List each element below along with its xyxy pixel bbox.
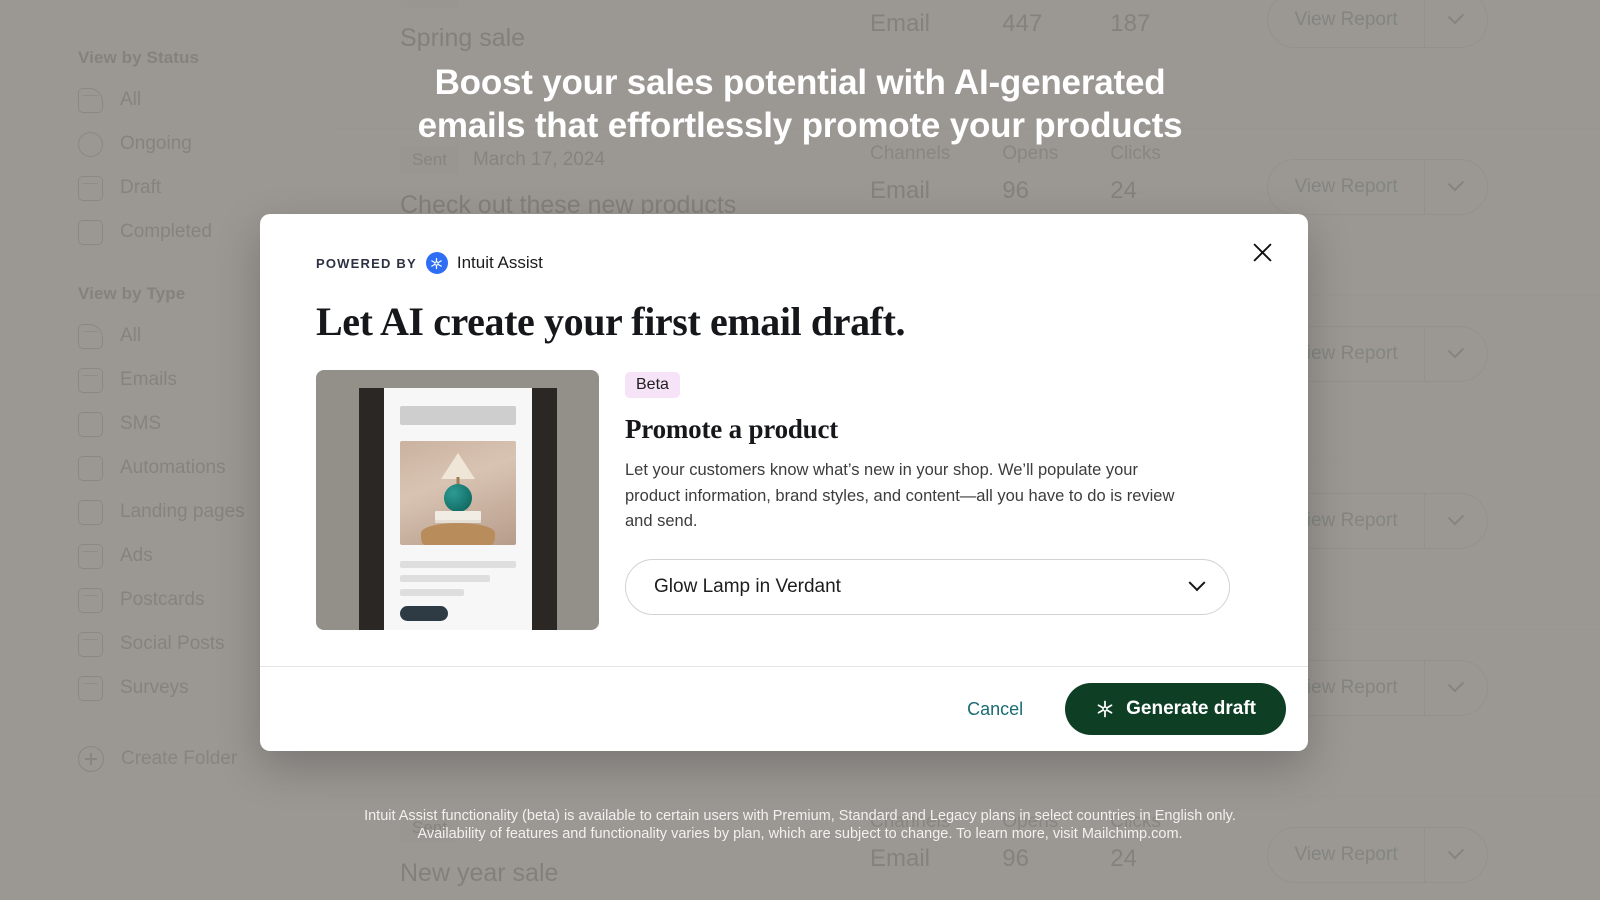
intuit-assist-brand-name: Intuit Assist	[456, 253, 543, 272]
intuit-assist-logo-icon	[425, 252, 448, 274]
close-icon	[1253, 243, 1271, 261]
cancel-button[interactable]: Cancel	[951, 689, 1039, 730]
email-preview-thumbnail	[316, 370, 599, 630]
modal-footer: Cancel Generate draft	[260, 666, 1308, 751]
ai-draft-modal: POWERED BY Intuit Assist Let AI create y…	[260, 214, 1308, 751]
promo-footnote-line2: Availability of features and functionali…	[417, 825, 1183, 842]
screen: View by Status All Ongoing Draft Complet…	[0, 0, 1600, 900]
powered-by-label: POWERED BY	[316, 255, 417, 271]
beta-badge: Beta	[625, 372, 680, 398]
promo-footnote: Intuit Assist functionality (beta) is av…	[0, 808, 1600, 843]
preview-text-placeholders	[399, 561, 516, 596]
promo-headline: Boost your sales potential with AI-gener…	[0, 62, 1600, 147]
chevron-down-icon	[1188, 574, 1206, 592]
product-select-value: Glow Lamp in Verdant	[654, 576, 841, 598]
preview-cta-placeholder	[399, 606, 448, 621]
sparkle-icon	[1097, 700, 1113, 718]
promote-product-card: Beta Promote a product Let your customer…	[316, 370, 1252, 630]
card-description: Let your customers know what’s new in yo…	[625, 461, 1175, 531]
powered-by-row: POWERED BY Intuit Assist	[316, 250, 1252, 276]
table-shape	[420, 523, 495, 545]
promo-headline-line2: emails that effortlessly promote your pr…	[417, 105, 1183, 145]
generate-draft-label: Generate draft	[1126, 698, 1256, 719]
product-select[interactable]: Glow Lamp in Verdant	[625, 559, 1230, 616]
preview-product-photo	[399, 441, 516, 545]
modal-title: Let AI create your first email draft.	[316, 299, 906, 344]
card-title: Promote a product	[625, 414, 839, 444]
lamp-shade-shape	[440, 453, 475, 479]
preview-email-page	[383, 388, 532, 630]
generate-draft-button[interactable]: Generate draft	[1065, 683, 1286, 735]
lamp-base-shape	[443, 484, 472, 512]
preview-header-placeholder	[399, 406, 516, 425]
modal-body: POWERED BY Intuit Assist Let AI create y…	[260, 214, 1308, 630]
books-shape	[434, 511, 481, 520]
card-content: Beta Promote a product Let your customer…	[625, 370, 1252, 630]
preview-device-frame	[358, 388, 557, 630]
close-button[interactable]	[1242, 232, 1282, 272]
promo-headline-line1: Boost your sales potential with AI-gener…	[434, 63, 1166, 102]
promo-footnote-line1: Intuit Assist functionality (beta) is av…	[364, 808, 1236, 824]
